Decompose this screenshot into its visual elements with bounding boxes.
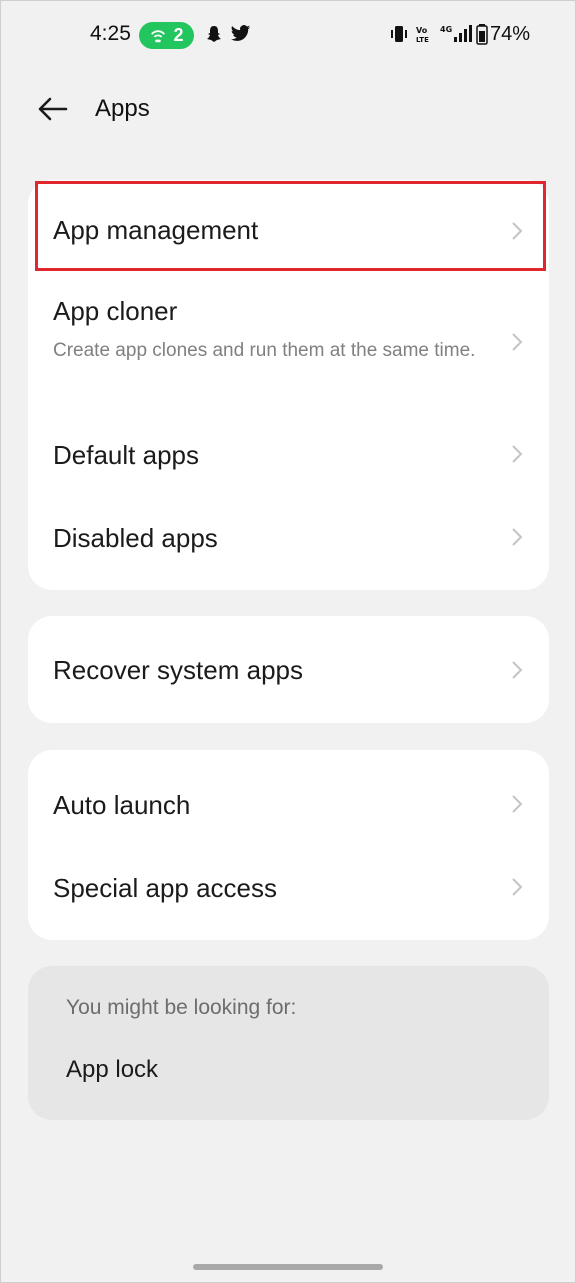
- suggestions-card: You might be looking for: App lock: [28, 966, 549, 1120]
- status-bar: 4:25 2 Vo LTE 4G 74%: [0, 0, 576, 70]
- volte-icon: Vo LTE: [416, 26, 429, 44]
- back-arrow-icon[interactable]: [36, 94, 70, 124]
- svg-text:Vo: Vo: [416, 26, 428, 35]
- hotspot-icon: [151, 29, 166, 42]
- hotspot-badge: 2: [139, 22, 194, 49]
- hotspot-count: 2: [173, 25, 184, 45]
- twitter-icon: [231, 25, 251, 41]
- signal-4g-icon: 4G: [440, 25, 472, 42]
- vibrate-icon: [391, 26, 407, 42]
- suggestion-app-lock[interactable]: App lock: [66, 1056, 158, 1084]
- chevron-right-icon: [512, 333, 523, 351]
- default-apps-row[interactable]: Default apps: [28, 415, 549, 495]
- disabled-apps-row[interactable]: Disabled apps: [28, 498, 549, 578]
- chevron-right-icon: [512, 445, 523, 463]
- suggestions-heading: You might be looking for:: [66, 996, 297, 1019]
- row-subtitle: Create app clones and run them at the sa…: [53, 340, 476, 361]
- svg-text:LTE: LTE: [416, 36, 429, 44]
- snapchat-icon: [207, 26, 221, 42]
- home-indicator[interactable]: [193, 1264, 383, 1270]
- row-label: Special app access: [53, 873, 278, 903]
- row-label: Default apps: [53, 440, 199, 470]
- highlight-box: [35, 181, 546, 271]
- status-time: 4:25: [90, 22, 131, 45]
- battery-percent: 74%: [490, 23, 531, 45]
- chevron-right-icon: [512, 528, 523, 546]
- chevron-right-icon: [512, 661, 523, 679]
- battery-icon: [476, 24, 488, 45]
- row-label: Auto launch: [53, 790, 191, 820]
- app-cloner-row[interactable]: App cloner Create app clones and run the…: [28, 276, 549, 406]
- apps-settings-group-2: Recover system apps: [28, 616, 549, 723]
- special-app-access-row[interactable]: Special app access: [28, 845, 549, 930]
- row-label: Disabled apps: [53, 523, 218, 553]
- page-title: Apps: [95, 95, 150, 122]
- chevron-right-icon: [512, 795, 523, 813]
- row-label: Recover system apps: [53, 655, 303, 685]
- apps-settings-group-3: Auto launch Special app access: [28, 750, 549, 940]
- chevron-right-icon: [512, 878, 523, 896]
- auto-launch-row[interactable]: Auto launch: [28, 760, 549, 845]
- svg-text:4G: 4G: [440, 25, 452, 34]
- recover-system-apps-row[interactable]: Recover system apps: [28, 616, 549, 723]
- row-label: App cloner: [53, 296, 178, 326]
